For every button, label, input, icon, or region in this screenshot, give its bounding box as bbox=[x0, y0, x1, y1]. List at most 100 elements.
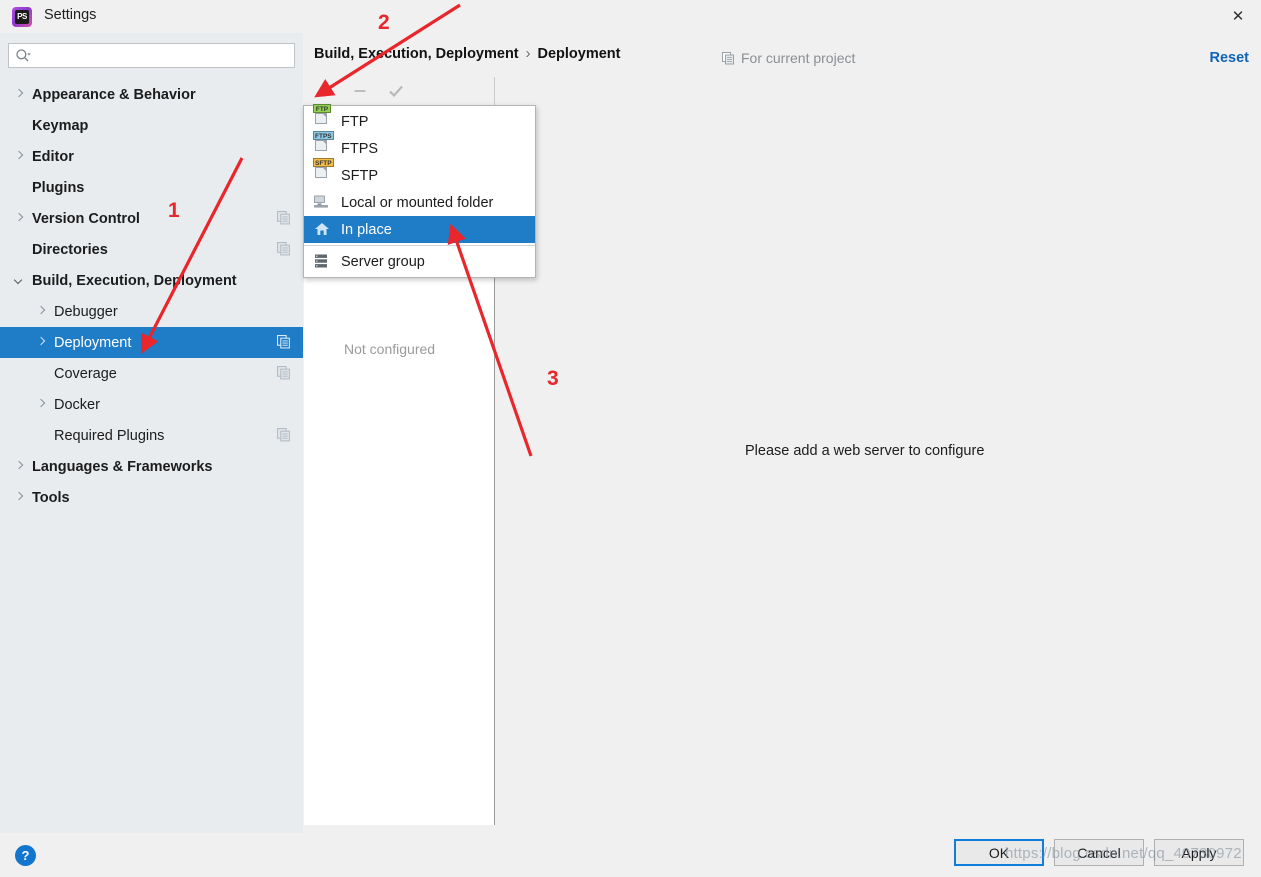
menu-item-label: Local or mounted folder bbox=[341, 194, 494, 211]
add-server-button[interactable] bbox=[314, 81, 334, 101]
sidebar-item-debugger[interactable]: Debugger bbox=[0, 296, 303, 327]
project-scope-icon bbox=[277, 211, 290, 225]
local-folder-icon bbox=[313, 194, 331, 211]
menu-item-local-or-mounted-folder[interactable]: Local or mounted folder bbox=[304, 189, 535, 216]
sftp-icon: SFTP bbox=[313, 158, 334, 184]
menu-item-ftps[interactable]: FTPS FTPS bbox=[304, 131, 535, 162]
breadcrumb: Build, Execution, Deployment › Deployment bbox=[314, 46, 620, 62]
sidebar-item-build-execution-deployment[interactable]: Build, Execution, Deployment bbox=[0, 265, 303, 296]
chevron-right-icon[interactable] bbox=[12, 212, 26, 226]
sidebar-item-appearance-behavior[interactable]: Appearance & Behavior bbox=[0, 79, 303, 110]
settings-tree: Appearance & Behavior Keymap Editor Plugins… bbox=[0, 79, 303, 513]
menu-item-in-place[interactable]: In place bbox=[304, 216, 535, 243]
for-current-project-text: For current project bbox=[741, 50, 856, 66]
server-detail-panel: Please add a web server to configure bbox=[495, 77, 1261, 825]
for-current-project-label: For current project bbox=[722, 50, 855, 66]
sidebar-item-version-control[interactable]: Version Control bbox=[0, 203, 303, 234]
sidebar-item-label: Required Plugins bbox=[54, 427, 165, 444]
remove-server-button[interactable] bbox=[350, 81, 370, 101]
in-place-home-icon bbox=[313, 221, 331, 238]
chevron-right-icon[interactable] bbox=[12, 460, 26, 474]
phpstorm-logo-icon: PS bbox=[12, 7, 32, 27]
server-list-toolbar bbox=[304, 77, 495, 105]
sidebar-item-label: Tools bbox=[32, 489, 70, 506]
chevron-right-icon[interactable] bbox=[12, 88, 26, 102]
sidebar-item-languages-frameworks[interactable]: Languages & Frameworks bbox=[0, 451, 303, 482]
sidebar-item-label: Directories bbox=[32, 241, 108, 258]
sidebar-item-keymap[interactable]: Keymap bbox=[0, 110, 303, 141]
sidebar-item-label: Docker bbox=[54, 396, 100, 413]
project-scope-icon bbox=[277, 428, 290, 442]
annotation-number-2: 2 bbox=[378, 11, 390, 34]
sidebar-item-label: Version Control bbox=[32, 210, 140, 227]
sidebar-item-directories[interactable]: Directories bbox=[0, 234, 303, 265]
menu-item-label: Server group bbox=[341, 253, 425, 270]
minus-icon bbox=[354, 90, 366, 92]
not-configured-label: Not configured bbox=[344, 341, 436, 357]
sidebar-item-label: Appearance & Behavior bbox=[32, 86, 196, 103]
chevron-right-icon[interactable] bbox=[34, 336, 48, 350]
sidebar-item-plugins[interactable]: Plugins bbox=[0, 172, 303, 203]
search-field[interactable] bbox=[8, 43, 295, 68]
menu-item-label: FTP bbox=[341, 113, 369, 130]
menu-item-label: FTPS bbox=[341, 140, 379, 157]
sidebar-item-label: Coverage bbox=[54, 365, 117, 382]
sidebar-item-label: Editor bbox=[32, 148, 74, 165]
sidebar-item-tools[interactable]: Tools bbox=[0, 482, 303, 513]
title-bar: PS Settings ✕ bbox=[0, 0, 1261, 33]
sidebar-item-label: Build, Execution, Deployment bbox=[32, 272, 237, 289]
search-icon bbox=[16, 49, 31, 62]
window-title: Settings bbox=[44, 7, 97, 23]
menu-item-label: In place bbox=[341, 221, 392, 238]
annotation-number-1: 1 bbox=[168, 199, 180, 222]
chevron-down-icon[interactable] bbox=[12, 274, 26, 288]
sidebar-item-label: Deployment bbox=[54, 334, 132, 351]
breadcrumb-current: Deployment bbox=[537, 46, 621, 62]
detail-empty-message: Please add a web server to configure bbox=[745, 443, 985, 459]
add-server-type-menu: FTP FTP FTPS FTPS SFTP SFTP Local or mounted f… bbox=[303, 104, 536, 278]
chevron-right-icon[interactable] bbox=[34, 398, 48, 412]
sidebar-item-label: Keymap bbox=[32, 117, 89, 134]
chevron-right-icon[interactable] bbox=[12, 491, 26, 505]
menu-separator bbox=[304, 245, 535, 246]
project-scope-icon bbox=[277, 366, 290, 380]
breadcrumb-separator: › bbox=[525, 46, 531, 62]
plus-icon bbox=[318, 85, 330, 97]
sidebar-item-label: Languages & Frameworks bbox=[32, 458, 213, 475]
close-icon[interactable]: ✕ bbox=[1215, 0, 1261, 33]
settings-sidebar: Appearance & Behavior Keymap Editor Plugins… bbox=[0, 33, 303, 833]
reset-link[interactable]: Reset bbox=[1210, 50, 1250, 66]
ftps-icon: FTPS bbox=[313, 131, 334, 157]
menu-item-ftp[interactable]: FTP FTP bbox=[304, 104, 535, 135]
checkmark-icon bbox=[389, 85, 403, 98]
sidebar-item-coverage[interactable]: Coverage bbox=[0, 358, 303, 389]
menu-item-sftp[interactable]: SFTP SFTP bbox=[304, 158, 535, 189]
menu-item-label: SFTP bbox=[341, 167, 379, 184]
ftp-icon: FTP bbox=[313, 104, 331, 130]
annotation-number-3: 3 bbox=[547, 367, 559, 390]
server-group-icon bbox=[313, 253, 331, 270]
settings-dialog: PS Settings ✕ Appearance & Behavior Keyma… bbox=[0, 0, 1261, 877]
project-scope-icon bbox=[277, 335, 290, 349]
sidebar-item-editor[interactable]: Editor bbox=[0, 141, 303, 172]
chevron-right-icon[interactable] bbox=[34, 305, 48, 319]
sidebar-item-label: Debugger bbox=[54, 303, 118, 320]
search-input[interactable] bbox=[37, 44, 292, 67]
chevron-right-icon[interactable] bbox=[12, 150, 26, 164]
sidebar-item-required-plugins[interactable]: Required Plugins bbox=[0, 420, 303, 451]
help-button[interactable]: ? bbox=[15, 845, 36, 866]
watermark-text: https://blog.csdn.net/qq_40730972 bbox=[1005, 845, 1242, 862]
set-default-button[interactable] bbox=[386, 81, 406, 101]
copy-scope-icon bbox=[722, 51, 734, 64]
sidebar-item-docker[interactable]: Docker bbox=[0, 389, 303, 420]
sidebar-item-label: Plugins bbox=[32, 179, 85, 196]
menu-item-server-group[interactable]: Server group bbox=[304, 248, 535, 275]
project-scope-icon bbox=[277, 242, 290, 256]
breadcrumb-parent[interactable]: Build, Execution, Deployment bbox=[314, 46, 519, 62]
sidebar-item-deployment[interactable]: Deployment bbox=[0, 327, 303, 358]
